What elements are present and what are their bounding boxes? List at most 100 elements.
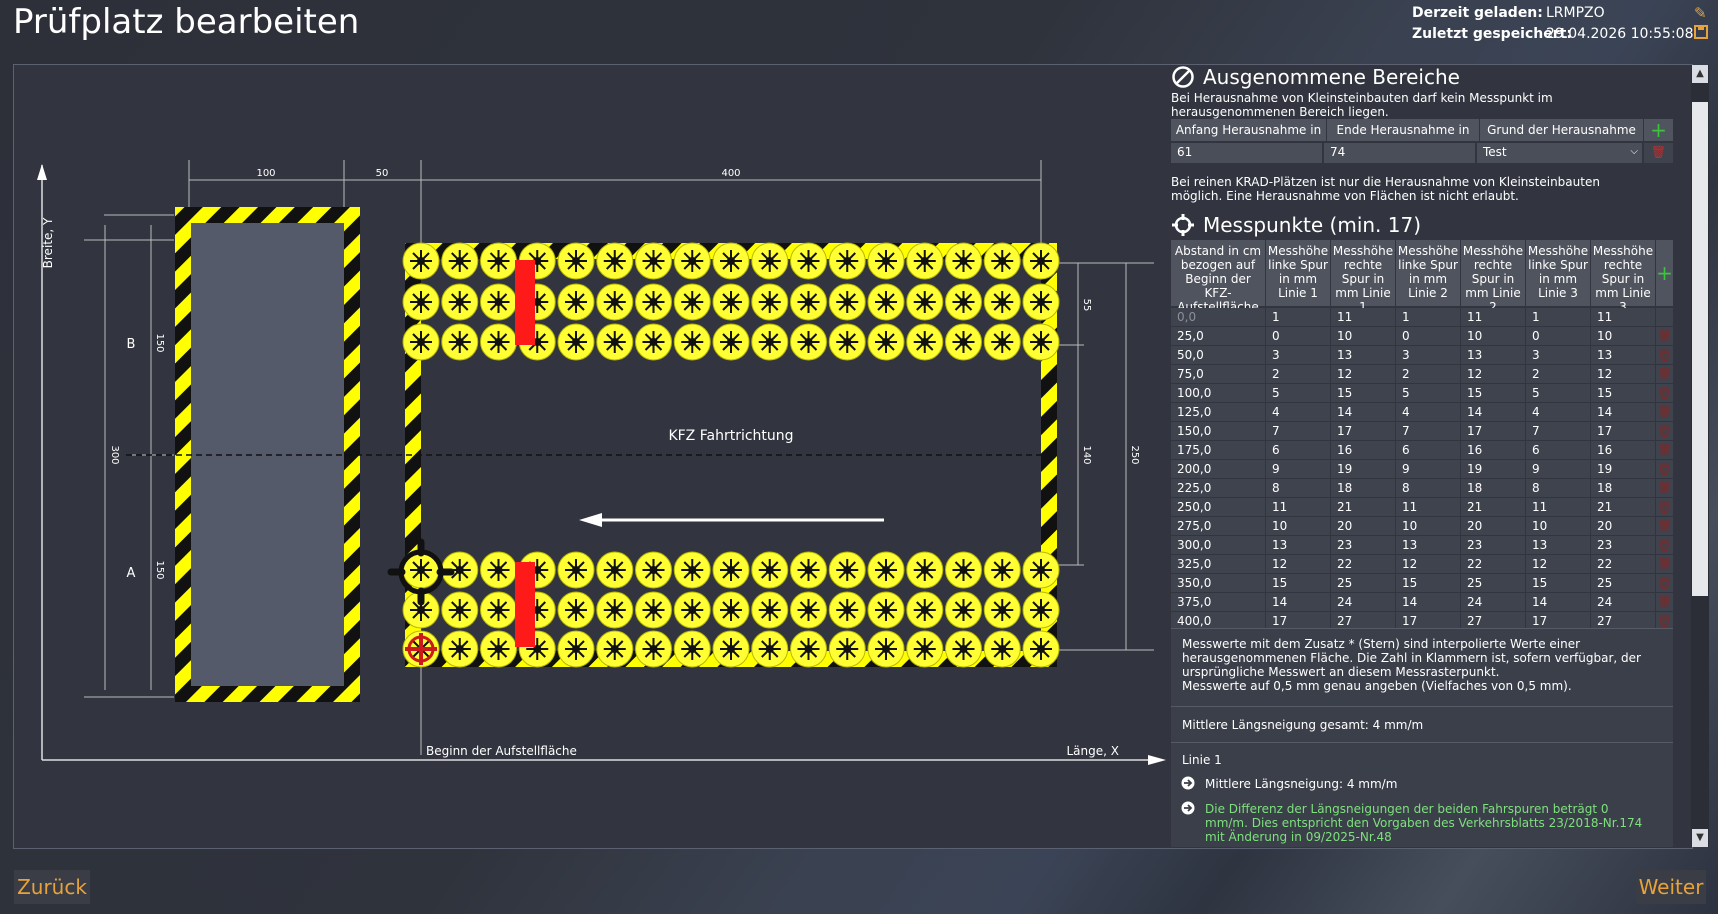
measure-cell[interactable]: 3 — [1266, 346, 1330, 364]
measure-point[interactable] — [634, 242, 673, 280]
measure-cell[interactable]: 50,0 — [1171, 346, 1265, 364]
measure-point[interactable] — [905, 551, 944, 589]
measure-point[interactable] — [440, 283, 479, 321]
measure-point[interactable] — [1022, 630, 1060, 668]
measure-point[interactable] — [905, 323, 944, 361]
measure-cell[interactable]: 9 — [1396, 460, 1460, 478]
measure-point[interactable] — [479, 323, 518, 361]
measure-point[interactable] — [828, 242, 867, 280]
measure-cell[interactable]: 19 — [1461, 460, 1525, 478]
measure-cell[interactable]: 1 — [1396, 308, 1460, 326]
measure-cell[interactable]: 11 — [1526, 498, 1590, 516]
measure-cell[interactable]: 8 — [1266, 479, 1330, 497]
measure-point[interactable] — [789, 323, 828, 361]
measure-point[interactable] — [673, 551, 712, 589]
measure-point[interactable] — [867, 283, 905, 321]
measure-point[interactable] — [905, 242, 944, 280]
measure-cell[interactable]: 13 — [1591, 346, 1655, 364]
measure-point[interactable] — [634, 551, 673, 589]
measure-point[interactable] — [789, 591, 828, 629]
measure-cell[interactable]: 175,0 — [1171, 441, 1265, 459]
measure-point[interactable] — [944, 630, 983, 668]
measure-point[interactable] — [750, 242, 789, 280]
measure-point[interactable] — [1022, 551, 1060, 589]
measure-cell[interactable]: 15 — [1526, 574, 1590, 592]
measure-point[interactable] — [750, 283, 789, 321]
measure-point[interactable] — [983, 323, 1022, 361]
add-measure-button[interactable]: + — [1656, 240, 1673, 306]
delete-measure-icon[interactable]: 🗑 — [1656, 403, 1673, 421]
measure-point[interactable] — [983, 630, 1022, 668]
measure-cell[interactable]: 8 — [1396, 479, 1460, 497]
measure-cell[interactable]: 250,0 — [1171, 498, 1265, 516]
measure-point[interactable] — [750, 630, 789, 668]
measure-cell[interactable]: 10 — [1266, 517, 1330, 535]
delete-measure-icon[interactable]: 🗑 — [1656, 574, 1673, 592]
measure-point[interactable] — [673, 630, 712, 668]
measure-point[interactable] — [944, 283, 983, 321]
measure-cell[interactable]: 100,0 — [1171, 384, 1265, 402]
measure-point[interactable] — [595, 630, 634, 668]
scroll-up-icon[interactable]: ▲ — [1692, 65, 1708, 83]
delete-measure-icon[interactable]: 🗑 — [1656, 460, 1673, 478]
measure-point[interactable] — [673, 323, 712, 361]
measure-cell[interactable]: 2 — [1526, 365, 1590, 383]
measure-cell[interactable]: 125,0 — [1171, 403, 1265, 421]
measure-point[interactable] — [634, 323, 673, 361]
measure-cell[interactable]: 10 — [1461, 327, 1525, 345]
measure-point[interactable] — [712, 283, 750, 321]
measure-cell[interactable]: 15 — [1396, 574, 1460, 592]
measure-point[interactable] — [867, 630, 905, 668]
measure-point[interactable] — [905, 591, 944, 629]
measure-point[interactable] — [557, 591, 595, 629]
measure-cell[interactable]: 22 — [1591, 555, 1655, 573]
delete-measure-icon[interactable]: 🗑 — [1656, 593, 1673, 611]
measure-cell[interactable]: 5 — [1526, 384, 1590, 402]
delete-measure-icon[interactable]: 🗑 — [1656, 346, 1673, 364]
measure-cell[interactable]: 13 — [1396, 536, 1460, 554]
measure-cell[interactable]: 1 — [1526, 308, 1590, 326]
back-button[interactable]: Zurück — [14, 870, 90, 904]
measure-point[interactable] — [789, 630, 828, 668]
measure-cell[interactable]: 12 — [1461, 365, 1525, 383]
measure-point[interactable] — [944, 242, 983, 280]
measure-cell[interactable]: 3 — [1396, 346, 1460, 364]
measure-cell[interactable]: 0 — [1526, 327, 1590, 345]
save-icon[interactable] — [1694, 25, 1708, 43]
excluded-start-input[interactable]: 61 — [1171, 143, 1322, 163]
measure-point[interactable] — [440, 591, 479, 629]
measure-cell[interactable]: 12 — [1526, 555, 1590, 573]
measure-point[interactable] — [595, 323, 634, 361]
measure-point[interactable] — [983, 283, 1022, 321]
measure-point[interactable] — [479, 551, 518, 589]
measure-cell[interactable]: 21 — [1591, 498, 1655, 516]
delete-measure-icon[interactable]: 🗑 — [1656, 422, 1673, 440]
measure-cell[interactable]: 1 — [1266, 308, 1330, 326]
measure-cell[interactable]: 0 — [1396, 327, 1460, 345]
measure-cell[interactable]: 20 — [1591, 517, 1655, 535]
measure-cell[interactable]: 24 — [1331, 593, 1395, 611]
measure-point[interactable] — [634, 591, 673, 629]
measure-cell[interactable]: 16 — [1461, 441, 1525, 459]
measure-cell[interactable]: 19 — [1331, 460, 1395, 478]
measure-point[interactable] — [712, 242, 750, 280]
measure-cell[interactable]: 2 — [1266, 365, 1330, 383]
measure-cell[interactable]: 25 — [1331, 574, 1395, 592]
measure-cell[interactable]: 6 — [1266, 441, 1330, 459]
measure-cell[interactable]: 23 — [1461, 536, 1525, 554]
measure-point[interactable] — [557, 242, 595, 280]
pencil-icon[interactable]: ✎ — [1694, 4, 1707, 22]
measure-cell[interactable]: 6 — [1396, 441, 1460, 459]
measure-cell[interactable]: 14 — [1396, 593, 1460, 611]
measure-cell[interactable]: 12 — [1591, 365, 1655, 383]
measure-point[interactable] — [557, 551, 595, 589]
measure-point[interactable] — [750, 551, 789, 589]
measure-point[interactable] — [479, 283, 518, 321]
measure-point[interactable] — [828, 551, 867, 589]
measure-cell[interactable]: 18 — [1591, 479, 1655, 497]
measure-point[interactable] — [479, 591, 518, 629]
measure-cell[interactable]: 4 — [1526, 403, 1590, 421]
measure-cell[interactable]: 17 — [1331, 422, 1395, 440]
measure-point[interactable] — [828, 630, 867, 668]
measure-cell[interactable]: 3 — [1526, 346, 1590, 364]
